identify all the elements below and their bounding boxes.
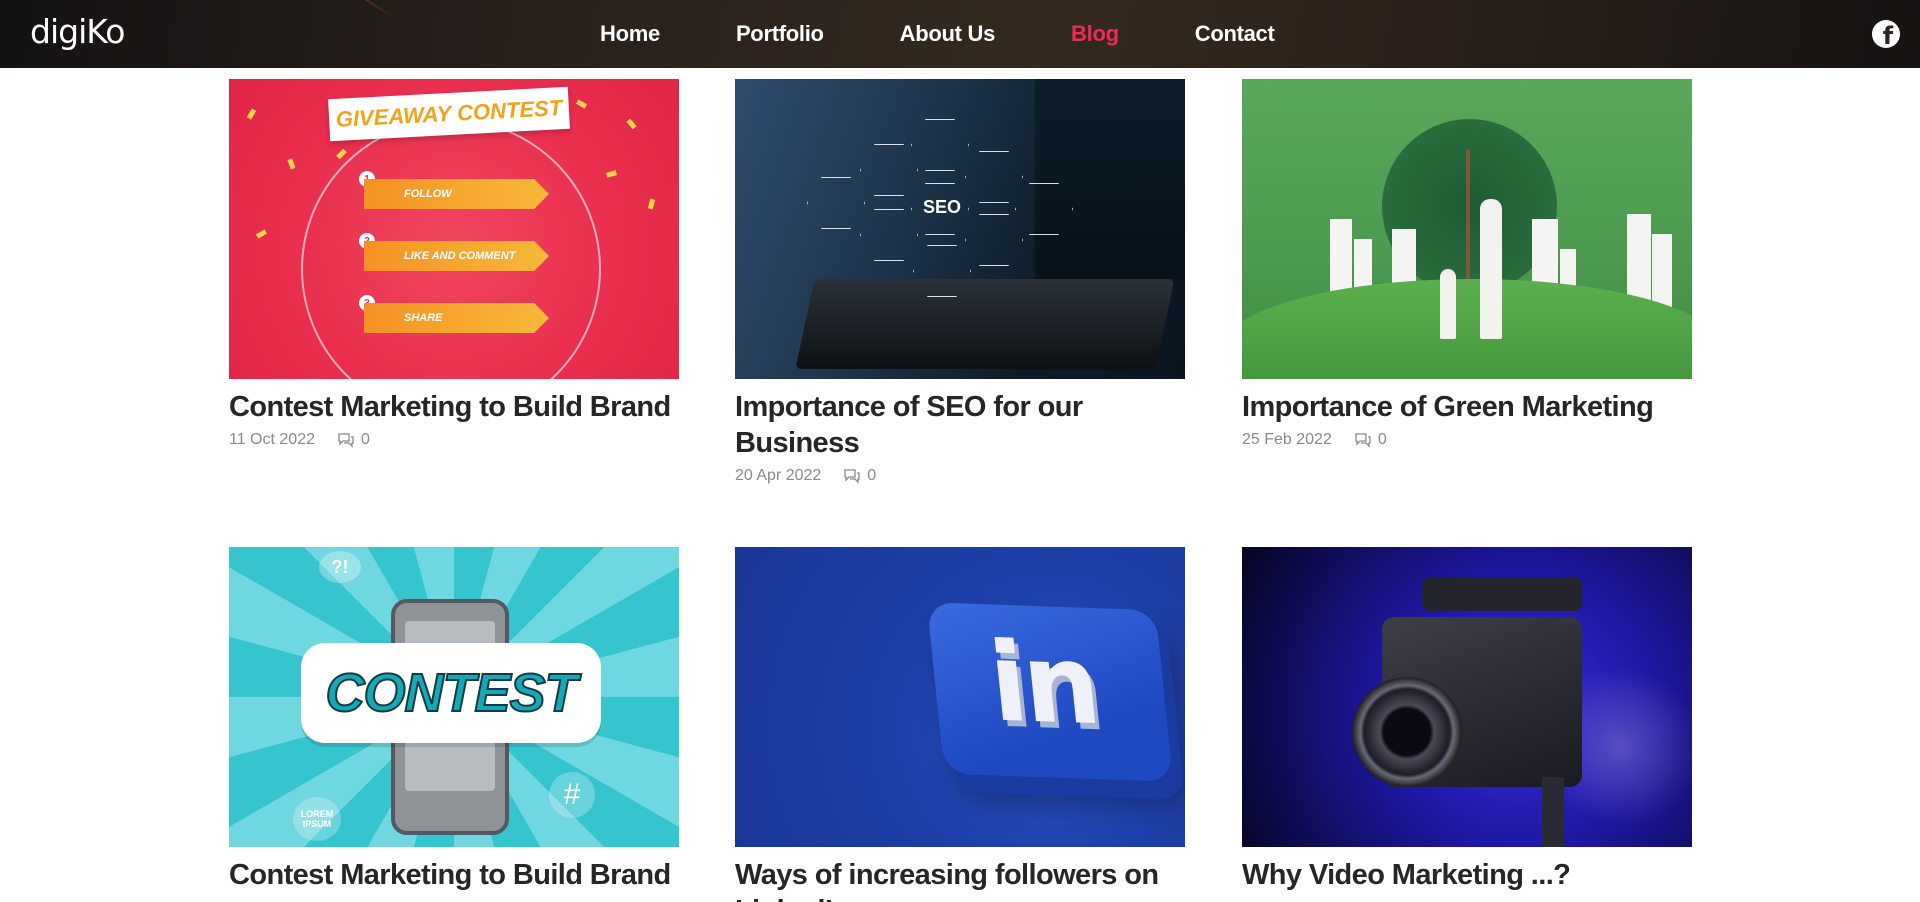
step-label: FOLLOW bbox=[364, 179, 549, 209]
comment-count[interactable]: 0 bbox=[337, 431, 370, 449]
post-title[interactable]: Contest Marketing to Build Brand bbox=[229, 857, 679, 893]
post-thumbnail[interactable]: SEO bbox=[735, 79, 1185, 379]
post-meta: 25 Feb 2022 0 bbox=[1242, 431, 1692, 449]
step-label: LIKE AND COMMENT bbox=[364, 241, 549, 271]
hashtag-bubble: # bbox=[549, 772, 595, 818]
blog-card: in Ways of increasing followers on Linke… bbox=[735, 547, 1185, 902]
step-label: SHARE bbox=[364, 303, 549, 333]
facebook-icon[interactable]: f bbox=[1872, 20, 1900, 48]
post-thumbnail[interactable]: ?! CONTEST # LOREM IPSUM bbox=[229, 547, 679, 847]
comment-count-value: 0 bbox=[360, 431, 370, 448]
main-nav: Home Portfolio About Us Blog Contact bbox=[600, 0, 1351, 68]
post-title[interactable]: Importance of SEO for our Business bbox=[735, 389, 1185, 461]
contest-bubble: CONTEST bbox=[301, 643, 601, 743]
site-logo[interactable]: digiKo bbox=[30, 8, 125, 54]
logo-text: digiKo bbox=[30, 11, 125, 51]
comment-icon bbox=[1355, 433, 1371, 448]
badge-bubble: ?! bbox=[319, 551, 361, 583]
nav-portfolio[interactable]: Portfolio bbox=[736, 21, 824, 47]
post-title[interactable]: Ways of increasing followers on LinkedIn bbox=[735, 857, 1185, 902]
lorem-bubble: LOREM IPSUM bbox=[293, 797, 341, 841]
post-thumbnail[interactable] bbox=[1242, 547, 1692, 847]
comment-count-value: 0 bbox=[1377, 431, 1387, 448]
linkedin-logo: in bbox=[983, 619, 1103, 750]
blog-card: Importance of Green Marketing 25 Feb 202… bbox=[1242, 79, 1692, 449]
seo-label: SEO bbox=[923, 197, 962, 217]
post-meta: 11 Oct 2022 0 bbox=[229, 431, 679, 449]
blog-card: ?! CONTEST # LOREM IPSUM Contest Marketi… bbox=[229, 547, 679, 893]
nav-home[interactable]: Home bbox=[600, 21, 660, 47]
post-date: 25 Feb 2022 bbox=[1242, 431, 1332, 448]
post-thumbnail[interactable] bbox=[1242, 79, 1692, 379]
nav-blog[interactable]: Blog bbox=[1071, 21, 1119, 47]
blog-card: GIVEAWAY CONTEST 1 FOLLOW 2 LIKE AND COM… bbox=[229, 79, 679, 449]
post-title[interactable]: Why Video Marketing ...? bbox=[1242, 857, 1692, 893]
nav-contact[interactable]: Contact bbox=[1195, 21, 1275, 47]
post-title[interactable]: Importance of Green Marketing bbox=[1242, 389, 1692, 425]
comment-icon bbox=[844, 469, 860, 484]
comment-icon bbox=[338, 433, 354, 448]
comment-count[interactable]: 0 bbox=[843, 467, 876, 485]
comment-count[interactable]: 0 bbox=[1354, 431, 1387, 449]
blog-card: Why Video Marketing ...? bbox=[1242, 547, 1692, 893]
post-meta: 20 Apr 2022 0 bbox=[735, 467, 1185, 485]
blog-card: SEO Importance of SEO for our Business 2… bbox=[735, 79, 1185, 485]
site-header: digiKo Home Portfolio About Us Blog Cont… bbox=[0, 0, 1920, 68]
post-date: 11 Oct 2022 bbox=[229, 431, 315, 448]
post-thumbnail[interactable]: in bbox=[735, 547, 1185, 847]
giveaway-banner: GIVEAWAY CONTEST bbox=[328, 86, 570, 142]
post-title[interactable]: Contest Marketing to Build Brand bbox=[229, 389, 679, 425]
post-thumbnail[interactable]: GIVEAWAY CONTEST 1 FOLLOW 2 LIKE AND COM… bbox=[229, 79, 679, 379]
nav-about-us[interactable]: About Us bbox=[900, 21, 996, 47]
comment-count-value: 0 bbox=[867, 467, 877, 484]
post-date: 20 Apr 2022 bbox=[735, 467, 822, 484]
